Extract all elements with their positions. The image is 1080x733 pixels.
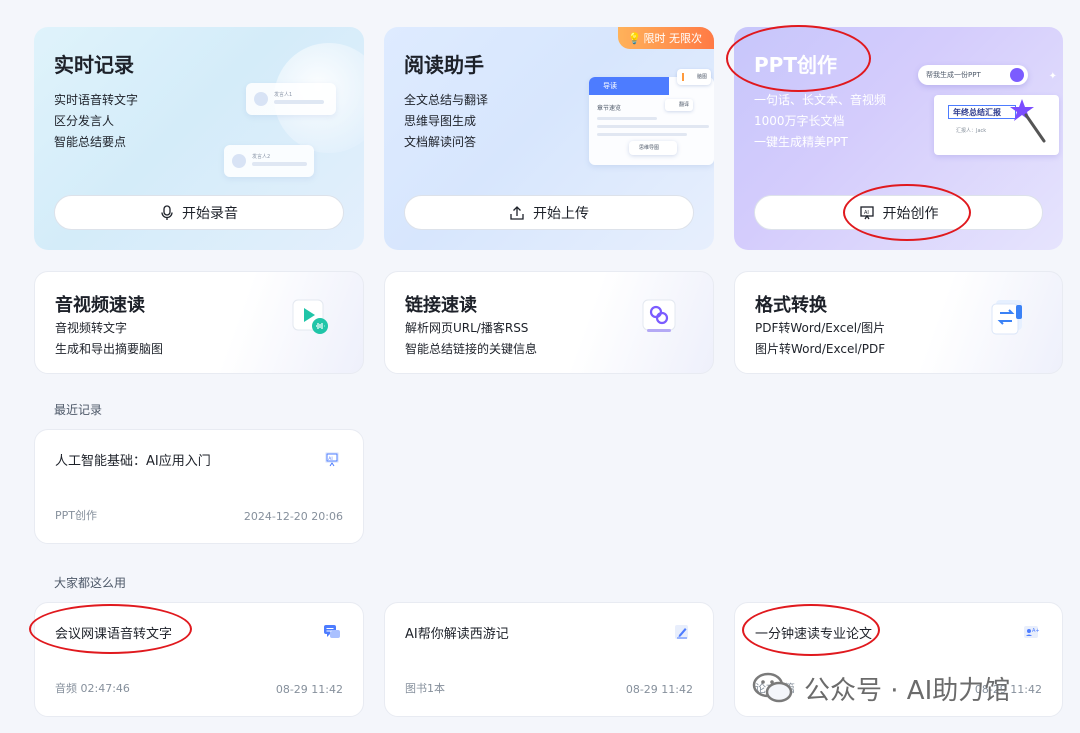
- speaker-label: 发言人2: [252, 154, 271, 160]
- popular-section-title: 大家都这么用: [54, 576, 127, 590]
- card-title: 格式转换: [755, 295, 827, 316]
- card-title: 音视频速读: [55, 295, 145, 316]
- presentation-icon: AI: [859, 205, 875, 221]
- mindmap-tag-label: 脑图: [697, 74, 708, 80]
- ppt-prompt-text: 帮我生成一份PPT: [926, 71, 981, 79]
- card-title: 实时记录: [54, 53, 134, 77]
- feature-line: 思维导图生成: [404, 114, 477, 128]
- card-title: PPT创作: [754, 53, 837, 77]
- item-name: 一分钟速读专业论文: [755, 627, 873, 642]
- button-label: 开始录音: [182, 205, 238, 222]
- feature-line: 全文总结与翻译: [404, 93, 489, 107]
- item-name: 会议网课语音转文字: [55, 627, 173, 642]
- card-title: 链接速读: [405, 295, 477, 316]
- magic-wand-icon: [1010, 97, 1046, 143]
- svg-text:AI: AI: [864, 210, 869, 216]
- feature-line: 1000万字长文档: [754, 114, 845, 128]
- realtime-record-card[interactable]: 实时记录 实时语音转文字 区分发言人 智能总结要点 发言人1 发言人2 开始录音: [34, 27, 364, 250]
- badge-label: 限时 无限次: [643, 32, 703, 45]
- feature-line: 解析网页URL/播客RSS: [405, 321, 529, 335]
- slide-title-text: 年终总结汇报: [953, 108, 1001, 117]
- feature-line: PDF转Word/Excel/图片: [755, 321, 886, 335]
- feature-line: 智能总结链接的关键信息: [405, 342, 538, 356]
- feature-line: 文档解读问答: [404, 135, 477, 149]
- convert-icon: [990, 297, 1030, 337]
- feature-line: 智能总结要点: [54, 135, 127, 149]
- card-features: PDF转Word/Excel/图片 图片转Word/Excel/PDF: [755, 318, 885, 360]
- record-name: 人工智能基础：AI应用入门: [55, 454, 211, 469]
- reading-assistant-card[interactable]: 💡 限时 无限次 阅读助手 全文总结与翻译 思维导图生成 文档解读问答 导读 章…: [384, 27, 714, 250]
- ppt-illustration: 帮我生成一份PPT 年终总结汇报 汇报人：Jack ✦: [914, 57, 1063, 167]
- card-features: 全文总结与翻译 思维导图生成 文档解读问答: [404, 90, 488, 153]
- ppt-icon: AI: [323, 450, 341, 468]
- svg-text:AI: AI: [328, 456, 332, 462]
- wechat-watermark: 公众号 · AI助力馆: [752, 668, 1010, 708]
- document-illustration: 导读 章节速览 思维导图 翻译 脑图: [589, 69, 714, 177]
- speaker-label: 发言人1: [274, 92, 293, 98]
- button-label: 开始上传: [533, 205, 589, 222]
- button-label: 开始创作: [882, 205, 939, 222]
- svg-text:A+: A+: [1032, 628, 1040, 634]
- feature-line: 一句话、长文本、音视频: [754, 93, 887, 107]
- wechat-icon: [752, 670, 794, 706]
- feature-line: 实时语音转文字: [54, 93, 139, 107]
- watermark-text: 公众号 · AI助力馆: [804, 675, 1011, 706]
- lightbulb-icon: 💡: [627, 31, 642, 45]
- edit-book-icon: [673, 623, 691, 641]
- popular-item[interactable]: 会议网课语音转文字 音频 02:47:46 08-29 11:42: [34, 602, 364, 717]
- translate-label: 翻译: [679, 102, 690, 108]
- link-icon: [641, 297, 681, 337]
- start-upload-button[interactable]: 开始上传: [404, 195, 694, 230]
- card-features: 解析网页URL/播客RSS 智能总结链接的关键信息: [405, 318, 537, 360]
- record-time: 2024-12-20 20:06: [243, 510, 343, 523]
- card-title: 阅读助手: [404, 53, 484, 77]
- feature-line: 音视频转文字: [55, 321, 128, 335]
- item-time: 08-29 11:42: [275, 683, 343, 696]
- feature-line: 图片转Word/Excel/PDF: [755, 342, 886, 356]
- paper-ai-icon: A+: [1022, 623, 1040, 641]
- recent-record-item[interactable]: 人工智能基础：AI应用入门 AI PPT创作 2024-12-20 20:06: [34, 429, 364, 544]
- link-speed-read-card[interactable]: 链接速读 解析网页URL/播客RSS 智能总结链接的关键信息: [384, 271, 714, 374]
- card-features: 一句话、长文本、音视频 1000万字长文档 一键生成精美PPT: [754, 90, 886, 153]
- card-features: 音视频转文字 生成和导出摘要脑图: [55, 318, 163, 360]
- item-name: AI帮你解读西游记: [405, 627, 509, 642]
- item-time: 08-29 11:42: [625, 683, 693, 696]
- chapter-label: 章节速览: [597, 105, 622, 112]
- microphone-icon: [160, 204, 174, 221]
- item-type: 音频 02:47:46: [55, 682, 130, 695]
- recent-section-title: 最近记录: [54, 403, 103, 417]
- feature-line: 生成和导出摘要脑图: [55, 342, 164, 356]
- slide-reporter-text: 汇报人：Jack: [956, 128, 987, 134]
- chat-icon: [323, 623, 341, 641]
- play-video-icon: [291, 297, 331, 337]
- format-conversion-card[interactable]: 格式转换 PDF转Word/Excel/图片 图片转Word/Excel/PDF: [734, 271, 1063, 374]
- start-recording-button[interactable]: 开始录音: [54, 195, 344, 230]
- card-features: 实时语音转文字 区分发言人 智能总结要点: [54, 90, 138, 153]
- recording-illustration: 发言人1 发言人2: [214, 43, 364, 177]
- record-type: PPT创作: [55, 509, 97, 522]
- guide-label: 导读: [603, 82, 617, 90]
- item-type: 图书1本: [405, 682, 445, 695]
- ppt-creation-card[interactable]: PPT创作 一句话、长文本、音视频 1000万字长文档 一键生成精美PPT 帮我…: [734, 27, 1063, 250]
- upload-icon: [509, 205, 525, 221]
- popular-item[interactable]: AI帮你解读西游记 图书1本 08-29 11:42: [384, 602, 714, 717]
- av-speed-read-card[interactable]: 音视频速读 音视频转文字 生成和导出摘要脑图: [34, 271, 364, 374]
- start-creating-button[interactable]: AI 开始创作: [754, 195, 1043, 230]
- limited-offer-badge: 💡 限时 无限次: [617, 27, 714, 49]
- feature-line: 区分发言人: [54, 114, 115, 128]
- feature-line: 一键生成精美PPT: [754, 135, 848, 149]
- send-icon: [1010, 68, 1024, 82]
- mindmap-icon: [682, 73, 692, 81]
- mindmap-chip-label: 思维导图: [639, 145, 660, 151]
